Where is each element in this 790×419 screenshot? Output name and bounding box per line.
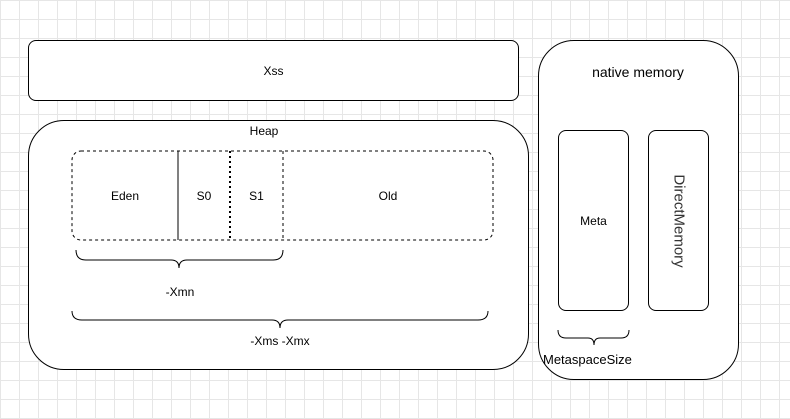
meta-area: Meta: [558, 130, 629, 311]
xms-xmx-brace: [71, 310, 489, 329]
s1-label: S1: [249, 188, 264, 203]
xmn-label: -Xmn: [165, 285, 195, 299]
xmn-brace: [75, 249, 284, 269]
metaspace-size-label: MetaspaceSize: [543, 352, 632, 367]
eden-label: Eden: [110, 188, 140, 203]
old-region: Old: [283, 151, 493, 240]
old-label: Old: [378, 188, 398, 203]
eden-region: Eden: [72, 151, 178, 240]
meta-label: Meta: [580, 213, 607, 228]
xms-xmx-label: -Xms -Xmx: [250, 334, 310, 348]
metaspace-brace: [557, 329, 630, 346]
s0-label: S0: [196, 188, 212, 203]
direct-memory-area: DirectMemory: [648, 130, 709, 311]
s0-region: S0: [178, 151, 230, 240]
direct-memory-label: DirectMemory: [670, 173, 688, 268]
s1-region: S1: [230, 151, 283, 240]
